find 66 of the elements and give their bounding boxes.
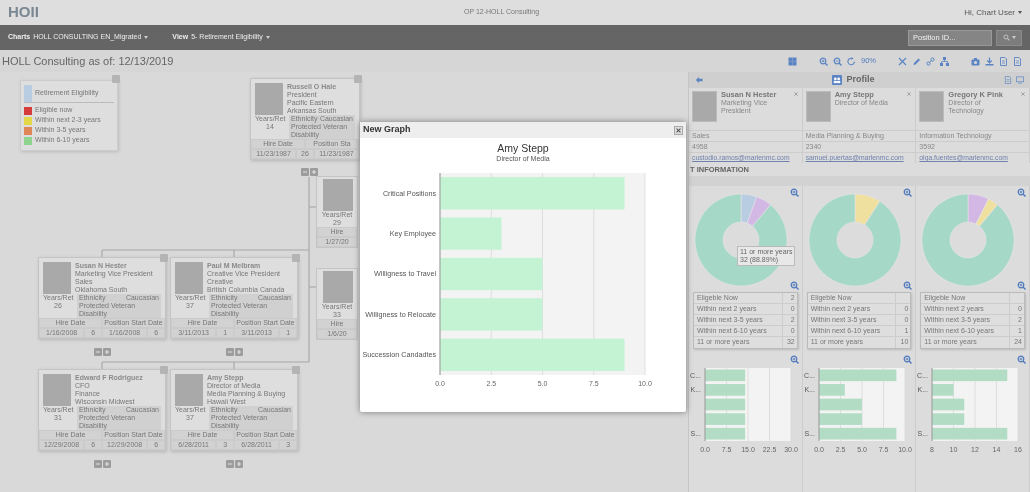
grid-icon[interactable] [788, 56, 797, 66]
bar [818, 384, 845, 396]
zoom-in-icon[interactable] [789, 355, 799, 364]
caret-icon [1011, 36, 1016, 39]
zoom-in-icon[interactable] [903, 281, 913, 290]
zoom-in-icon[interactable] [789, 281, 799, 290]
photo-placeholder [43, 262, 71, 294]
close-button[interactable] [674, 125, 683, 135]
zoom-in-icon[interactable] [819, 56, 828, 66]
close-icon [675, 126, 682, 134]
monitor-icon[interactable] [1016, 76, 1024, 84]
bar [932, 413, 965, 425]
camera-icon[interactable] [971, 56, 980, 66]
zoom-in-icon[interactable] [1017, 188, 1026, 197]
bar [705, 384, 746, 396]
bar [932, 384, 954, 396]
pencil-icon[interactable] [912, 56, 921, 66]
legend-swatch [24, 85, 32, 102]
close-icon[interactable] [1020, 91, 1026, 97]
user-menu[interactable]: Hi, Chart User [964, 6, 1022, 19]
close-icon[interactable] [906, 91, 913, 97]
search-icon [1002, 34, 1010, 41]
expand-icon[interactable] [898, 56, 907, 66]
panel-title: Profile [846, 73, 875, 87]
zoom-in-icon[interactable] [789, 188, 799, 197]
photo-placeholder [255, 83, 283, 115]
dialog-title: New Graph [363, 123, 411, 137]
bar [440, 217, 502, 250]
document-icon[interactable] [1013, 56, 1022, 66]
rotate-icon[interactable] [847, 56, 856, 66]
bar [705, 369, 746, 382]
chart-title: Amy Stepp [496, 142, 550, 154]
link-icon[interactable] [926, 56, 935, 66]
bar [818, 413, 862, 425]
photo-placeholder [692, 91, 717, 122]
caret-icon [1018, 11, 1022, 14]
node-toggle[interactable] [226, 460, 243, 468]
hierarchy-icon[interactable] [940, 56, 949, 66]
zoom-in-icon[interactable] [903, 355, 913, 364]
photo-placeholder [175, 374, 203, 406]
zoom-in-icon[interactable] [903, 188, 913, 197]
document-icon[interactable] [999, 56, 1008, 66]
zoom-in-icon[interactable] [1017, 355, 1026, 364]
photo-placeholder [323, 271, 353, 303]
search-button[interactable] [996, 29, 1022, 46]
logo: HOII [8, 2, 39, 23]
photo-placeholder [805, 91, 831, 122]
caret-icon [265, 36, 270, 39]
photo-placeholder [175, 262, 203, 294]
zoom-in-icon[interactable] [1017, 281, 1026, 290]
caret-icon [144, 36, 149, 39]
photo-placeholder [323, 179, 353, 211]
node-toggle[interactable] [226, 348, 243, 356]
document-icon[interactable] [1004, 76, 1012, 84]
node-toggle[interactable] [94, 348, 111, 356]
close-icon[interactable] [792, 91, 799, 97]
node-toggle[interactable] [94, 460, 111, 468]
people-icon [832, 75, 843, 85]
back-arrow-icon[interactable] [695, 76, 703, 84]
page-title: HOLL Consulting as of: 12/13/2019 [1, 53, 174, 69]
zoom-out-icon[interactable] [833, 56, 842, 66]
photo-placeholder [43, 374, 71, 406]
node-toggle[interactable] [301, 168, 318, 176]
photo-placeholder [919, 91, 945, 122]
bar [705, 413, 746, 425]
download-icon[interactable] [985, 56, 994, 66]
